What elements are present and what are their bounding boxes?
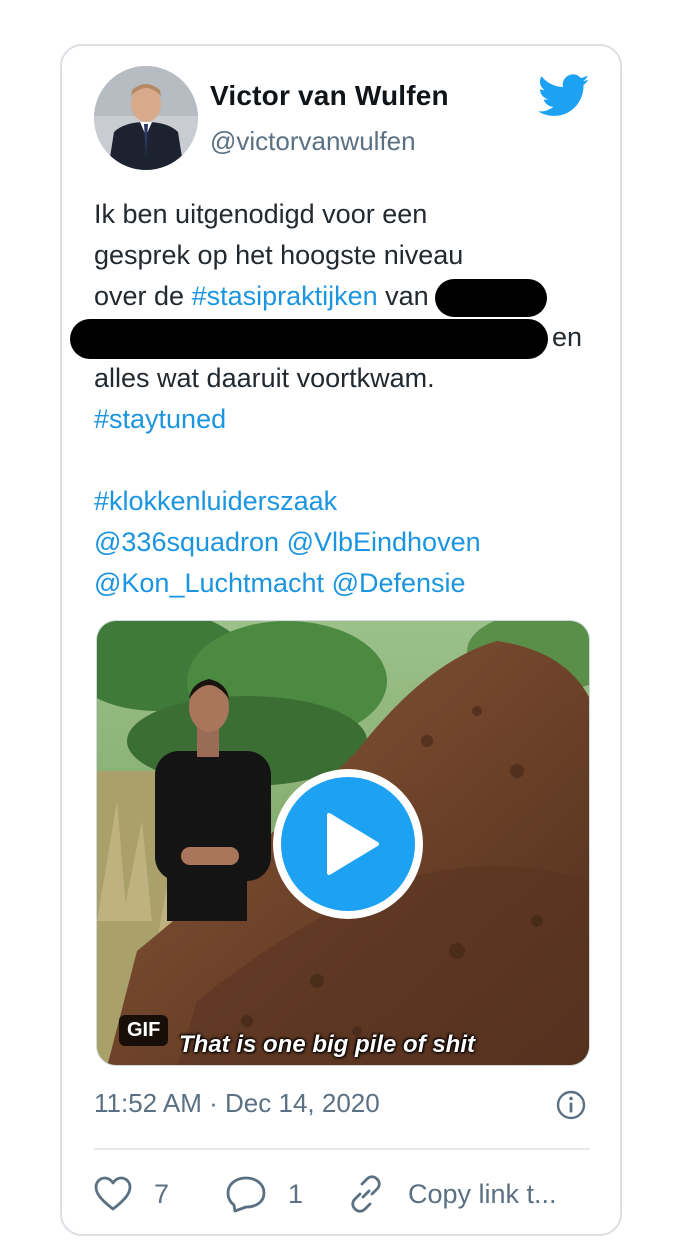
mention-kon-luchtmacht[interactable]: @Kon_Luchtmacht: [94, 568, 324, 598]
mention-vlbeindhoven[interactable]: @VlbEindhoven: [287, 527, 481, 557]
text-fragment: en: [552, 322, 583, 352]
hashtag-stasipraktijken[interactable]: #stasipraktijken: [192, 281, 378, 311]
hashtag-staytuned[interactable]: #staytuned: [94, 399, 604, 440]
mention-defensie[interactable]: @Defensie: [332, 568, 466, 598]
copy-link-button[interactable]: Copy link t...: [346, 1172, 557, 1216]
hashtag-klokkenluiderszaak[interactable]: #klokkenluiderszaak: [94, 481, 604, 522]
tweet-actions: 7 1 Copy link t...: [94, 1172, 594, 1216]
twitter-bird-icon[interactable]: [538, 74, 590, 118]
gif-caption: That is one big pile of shit: [179, 1031, 476, 1058]
text-fragment: over de: [94, 281, 192, 311]
like-button[interactable]: 7: [94, 1172, 169, 1216]
like-count: 7: [154, 1178, 170, 1209]
play-button-fill: [281, 777, 415, 911]
play-button[interactable]: [273, 769, 423, 919]
tweet-line: @Kon_Luchtmacht @Defensie: [94, 563, 604, 604]
redaction-mark: [70, 318, 548, 359]
text-fragment: van: [377, 281, 429, 311]
link-icon: [351, 1175, 381, 1213]
divider: [94, 1148, 590, 1150]
tweet-timestamp[interactable]: 11:52 AM · Dec 14, 2020: [94, 1088, 380, 1119]
author-name[interactable]: Victor van Wulfen: [210, 80, 449, 112]
reply-icon: [226, 1176, 266, 1213]
tweet-line: over de #stasipraktijken van: [94, 276, 604, 317]
tweet-line: en: [70, 317, 604, 359]
author-handle[interactable]: @victorvanwulfen: [210, 126, 416, 157]
mention-336squadron[interactable]: @336squadron: [94, 527, 279, 557]
copy-link-label: Copy link t...: [408, 1178, 557, 1209]
play-icon: [327, 813, 379, 875]
tweet-text: Ik ben uitgenodigd voor een gesprek op h…: [70, 194, 604, 604]
heart-icon: [94, 1176, 132, 1211]
tweet-line: @336squadron @VlbEindhoven: [94, 522, 604, 563]
tweet-line: Ik ben uitgenodigd voor een: [94, 199, 428, 229]
tweet-line: gesprek op het hoogste niveau: [94, 240, 464, 270]
reply-count: 1: [288, 1178, 304, 1209]
tweet-line: alles wat daaruit voortkwam.: [94, 363, 435, 393]
redaction-mark: [434, 278, 547, 317]
info-icon[interactable]: [556, 1090, 586, 1120]
gif-badge: GIF: [119, 1015, 169, 1046]
gif-media[interactable]: GIF That is one big pile of shit: [96, 620, 590, 1066]
reply-button[interactable]: 1: [226, 1172, 303, 1216]
avatar[interactable]: [94, 66, 198, 170]
tweet-card: Victor van Wulfen @victorvanwulfen Ik be…: [60, 44, 622, 1236]
